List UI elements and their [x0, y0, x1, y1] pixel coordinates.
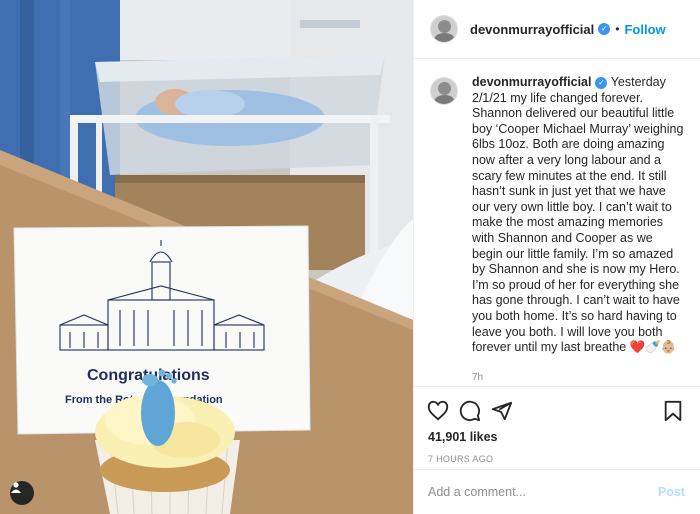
- post-comment-button[interactable]: Post: [658, 485, 685, 499]
- bookmark-icon[interactable]: [661, 399, 685, 423]
- post-header: devonmurrayofficial ✓ • Follow: [414, 0, 700, 59]
- header-username[interactable]: devonmurrayofficial: [470, 22, 594, 37]
- share-icon[interactable]: [490, 399, 514, 423]
- follow-button[interactable]: Follow: [624, 22, 665, 37]
- caption-row: devonmurrayofficial ✓ Yesterday 2/1/21 my…: [430, 75, 685, 356]
- comment-input[interactable]: [426, 484, 658, 500]
- caption-avatar[interactable]: [430, 77, 458, 105]
- user-tag-icon[interactable]: [10, 481, 34, 505]
- photo-scene: Congratulations From the Rotunda Foundat…: [0, 0, 413, 514]
- caption-emoji: ❤️🍼👶🏼: [629, 340, 677, 355]
- verified-badge-icon: ✓: [595, 76, 608, 89]
- caption-text: devonmurrayofficial ✓ Yesterday 2/1/21 my…: [472, 75, 685, 356]
- comment-icon[interactable]: [458, 399, 482, 423]
- actions-bar: 41,901 likes 7 HOURS AGO: [414, 386, 700, 464]
- heart-icon[interactable]: [426, 399, 450, 423]
- avatar[interactable]: [430, 15, 458, 43]
- caption-username[interactable]: devonmurrayofficial: [472, 75, 591, 89]
- verified-badge-icon: ✓: [598, 23, 611, 35]
- caption-section: devonmurrayofficial ✓ Yesterday 2/1/21 my…: [414, 59, 700, 386]
- separator-dot: •: [615, 22, 620, 36]
- likes-count[interactable]: 41,901 likes: [428, 430, 685, 444]
- instagram-post-view: Congratulations From the Rotunda Foundat…: [0, 0, 700, 514]
- caption-body: Yesterday 2/1/21 my life changed forever…: [472, 75, 684, 355]
- post-photo: Congratulations From the Rotunda Foundat…: [0, 0, 413, 514]
- caption-time[interactable]: 7h: [472, 372, 685, 383]
- post-date[interactable]: 7 HOURS AGO: [428, 454, 685, 464]
- action-icons: [426, 395, 685, 427]
- post-side-panel: devonmurrayofficial ✓ • Follow devonmurr…: [413, 0, 700, 514]
- comment-box: Post: [414, 469, 700, 514]
